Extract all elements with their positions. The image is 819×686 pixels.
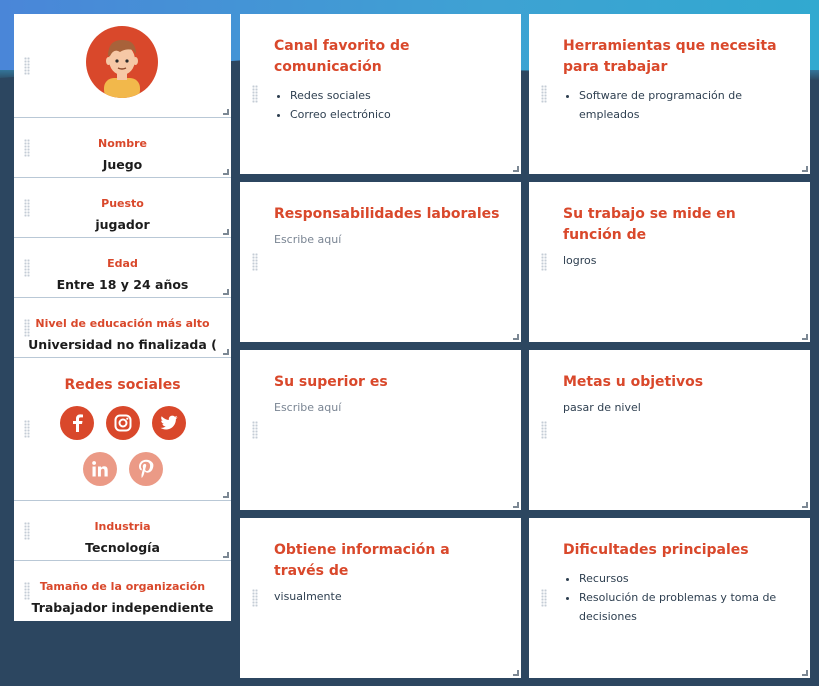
card-title: Su superior es	[274, 374, 388, 390]
drag-handle-icon[interactable]	[24, 420, 30, 438]
resize-handle-icon[interactable]	[513, 670, 519, 676]
resize-handle-icon[interactable]	[223, 229, 229, 235]
card-metas[interactable]: Metas u objetivos pasar de nivel	[529, 350, 810, 510]
persona-sidebar: Nombre Juego Puesto jugador Edad Entre 1…	[14, 14, 231, 621]
resize-handle-icon[interactable]	[802, 502, 808, 508]
resize-handle-icon[interactable]	[513, 502, 519, 508]
resize-handle-icon[interactable]	[802, 670, 808, 676]
card-informacion[interactable]: Obtiene información a través de visualme…	[240, 518, 521, 678]
social-row-2	[14, 452, 231, 486]
card-medicion[interactable]: Su trabajo se mide en función de logros	[529, 182, 810, 342]
field-label: Nivel de educación más alto	[35, 317, 210, 330]
card-title: Canal favorito de comunicación	[274, 38, 410, 75]
social-section[interactable]: Redes sociales	[14, 358, 231, 501]
avatar-person-icon	[104, 40, 140, 98]
field-value[interactable]: Tecnología	[14, 540, 231, 555]
drag-handle-icon[interactable]	[24, 198, 30, 217]
list-item: Software de programación de empleados	[579, 86, 790, 124]
drag-handle-icon[interactable]	[252, 253, 258, 271]
card-dificultades[interactable]: Dificultades principales Recursos Resolu…	[529, 518, 810, 678]
avatar-section[interactable]	[14, 14, 231, 118]
card-text[interactable]: pasar de nivel	[563, 401, 790, 414]
field-tamano[interactable]: Tamaño de la organización Trabajador ind…	[14, 561, 231, 621]
drag-handle-icon[interactable]	[24, 582, 30, 600]
card-superior[interactable]: Su superior es Escribe aquí	[240, 350, 521, 510]
card-list[interactable]: Recursos Resolución de problemas y toma …	[563, 569, 790, 626]
field-industria[interactable]: Industria Tecnología	[14, 501, 231, 561]
list-item: Correo electrónico	[290, 105, 501, 124]
social-title: Redes sociales	[64, 377, 181, 393]
resize-handle-icon[interactable]	[513, 166, 519, 172]
card-text[interactable]: visualmente	[274, 590, 501, 603]
drag-handle-icon[interactable]	[24, 318, 30, 337]
card-text[interactable]: Escribe aquí	[274, 233, 501, 246]
drag-handle-icon[interactable]	[24, 258, 30, 277]
field-value[interactable]: Universidad no finalizada (	[14, 337, 231, 352]
field-nombre[interactable]: Nombre Juego	[14, 118, 231, 178]
pinterest-icon[interactable]	[128, 452, 163, 486]
field-label: Tamaño de la organización	[39, 580, 206, 593]
resize-handle-icon[interactable]	[223, 169, 229, 175]
card-title: Obtiene información a través de	[274, 542, 450, 579]
card-title: Responsabilidades laborales	[274, 206, 500, 222]
field-educacion[interactable]: Nivel de educación más alto Universidad …	[14, 298, 231, 358]
field-label: Industria	[94, 520, 151, 533]
list-item: Redes sociales	[290, 86, 501, 105]
drag-handle-icon[interactable]	[24, 56, 30, 75]
field-value[interactable]: Entre 18 y 24 años	[14, 277, 231, 292]
instagram-icon[interactable]	[105, 406, 140, 440]
drag-handle-icon[interactable]	[252, 589, 258, 607]
field-edad[interactable]: Edad Entre 18 y 24 años	[14, 238, 231, 298]
card-canal-comunicacion[interactable]: Canal favorito de comunicación Redes soc…	[240, 14, 521, 174]
field-label: Edad	[107, 257, 138, 270]
card-title: Herramientas que necesita para trabajar	[563, 38, 777, 75]
drag-handle-icon[interactable]	[541, 589, 547, 607]
resize-handle-icon[interactable]	[223, 552, 229, 558]
card-text[interactable]: Escribe aquí	[274, 401, 501, 414]
resize-handle-icon[interactable]	[802, 166, 808, 172]
facebook-icon[interactable]	[59, 406, 94, 440]
twitter-icon[interactable]	[151, 406, 186, 440]
avatar[interactable]	[86, 26, 158, 98]
field-value[interactable]: Trabajador independiente	[14, 600, 231, 615]
list-item: Resolución de problemas y toma de decisi…	[579, 588, 790, 626]
field-puesto[interactable]: Puesto jugador	[14, 178, 231, 238]
drag-handle-icon[interactable]	[252, 85, 258, 103]
drag-handle-icon[interactable]	[24, 138, 30, 157]
resize-handle-icon[interactable]	[223, 109, 229, 115]
card-title: Dificultades principales	[563, 542, 749, 558]
card-title: Su trabajo se mide en función de	[563, 206, 736, 243]
drag-handle-icon[interactable]	[252, 421, 258, 439]
drag-handle-icon[interactable]	[541, 253, 547, 271]
field-label: Nombre	[98, 137, 147, 150]
resize-handle-icon[interactable]	[223, 349, 229, 355]
resize-handle-icon[interactable]	[223, 492, 229, 498]
resize-handle-icon[interactable]	[513, 334, 519, 340]
resize-handle-icon[interactable]	[802, 334, 808, 340]
field-value[interactable]: Juego	[14, 157, 231, 172]
card-herramientas[interactable]: Herramientas que necesita para trabajar …	[529, 14, 810, 174]
card-responsabilidades[interactable]: Responsabilidades laborales Escribe aquí	[240, 182, 521, 342]
social-row-1	[14, 406, 231, 440]
drag-handle-icon[interactable]	[541, 85, 547, 103]
card-text[interactable]: logros	[563, 254, 790, 267]
drag-handle-icon[interactable]	[541, 421, 547, 439]
resize-handle-icon[interactable]	[223, 289, 229, 295]
card-list[interactable]: Software de programación de empleados	[563, 86, 790, 124]
card-list[interactable]: Redes sociales Correo electrónico	[274, 86, 501, 124]
field-label: Puesto	[101, 197, 144, 210]
field-value[interactable]: jugador	[14, 217, 231, 232]
list-item: Recursos	[579, 569, 790, 588]
linkedin-icon[interactable]	[82, 452, 117, 486]
drag-handle-icon[interactable]	[24, 521, 30, 540]
card-title: Metas u objetivos	[563, 374, 704, 390]
